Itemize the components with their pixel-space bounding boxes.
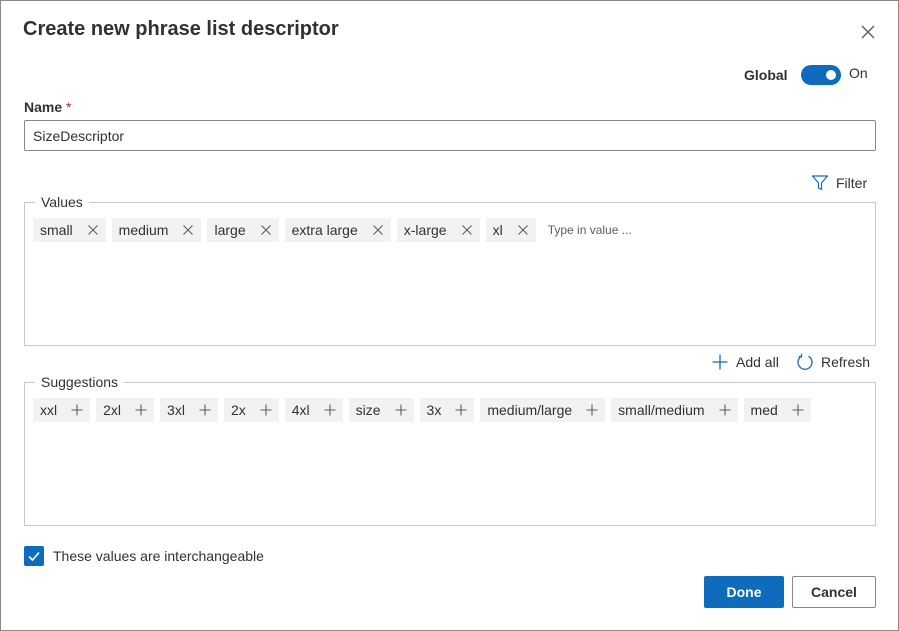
suggestions-legend: Suggestions [35,374,125,390]
value-input[interactable] [541,218,662,242]
add-suggestion-button[interactable] [135,404,147,416]
plus-icon [199,404,211,416]
suggestions-fieldset: Suggestions xxl 2xl 3xl 2x 4xl size 3x medium/l… [24,374,876,526]
add-suggestion-button[interactable] [719,404,731,416]
plus-icon [260,404,272,416]
plus-icon [395,404,407,416]
close-icon [372,225,383,235]
value-chip[interactable]: xl [485,218,536,242]
checkmark-icon [28,551,40,562]
add-suggestion-button[interactable] [455,404,467,416]
interchangeable-label: These values are interchangeable [53,548,264,564]
value-chip-label: medium [118,222,169,238]
value-chip[interactable]: x-large [396,218,480,242]
suggestion-chip[interactable]: 2x [223,398,279,422]
required-marker: * [66,99,72,115]
suggestion-chip[interactable]: small/medium [611,398,738,422]
toggle-knob [826,70,836,80]
name-input[interactable] [24,120,876,151]
suggestion-chip[interactable]: 4xl [284,398,343,422]
add-suggestion-button[interactable] [324,404,336,416]
close-icon [87,225,98,235]
remove-value-button[interactable] [260,224,272,236]
suggestion-chip[interactable]: medium/large [480,398,606,422]
add-all-label: Add all [736,354,779,370]
suggestion-chip-label: 2x [230,402,246,418]
suggestion-chip-label: 3xl [167,402,185,418]
close-icon [517,225,528,235]
interchangeable-option: These values are interchangeable [24,546,264,566]
values-chip-list: small medium large extra large x-large xl [33,218,867,242]
refresh-icon [797,353,813,370]
suggestion-chip[interactable]: 3xl [160,398,218,422]
add-suggestion-button[interactable] [395,404,407,416]
suggestion-chip[interactable]: 2xl [96,398,155,422]
filter-icon [811,175,829,191]
add-all-button[interactable]: Add all [711,353,779,371]
plus-icon [324,404,336,416]
value-chip-label: small [40,222,73,238]
phrase-list-dialog: Create new phrase list descriptor Global… [0,0,899,631]
suggestion-chip-label: small/medium [618,402,705,418]
add-suggestion-button[interactable] [199,404,211,416]
close-icon [260,225,271,235]
suggestion-chip-label: 2xl [103,402,122,418]
add-suggestion-button[interactable] [792,404,804,416]
value-chip[interactable]: small [33,218,106,242]
name-label: Name * [24,99,71,115]
add-suggestion-button[interactable] [71,404,83,416]
suggestion-chip-label: medium/large [487,402,573,418]
suggestion-chip-label: 3x [426,402,442,418]
add-suggestion-button[interactable] [260,404,272,416]
add-icon [712,354,728,370]
done-button[interactable]: Done [704,576,784,608]
close-icon [861,25,875,39]
close-icon [183,225,194,235]
value-chip[interactable]: large [207,218,279,242]
suggestion-chip-label: size [355,402,381,418]
remove-value-button[interactable] [517,224,529,236]
filter-button[interactable]: Filter [811,173,867,193]
filter-label: Filter [836,175,868,191]
suggestion-chip-label: xxl [40,402,58,418]
value-chip-label: extra large [291,222,358,238]
remove-value-button[interactable] [182,224,194,236]
suggestions-chip-list: xxl 2xl 3xl 2x 4xl size 3x medium/large small/me… [33,398,867,422]
refresh-button[interactable]: Refresh [796,353,870,371]
value-chip-label: xl [492,222,503,238]
global-toggle[interactable] [801,65,841,85]
dialog-title: Create new phrase list descriptor [23,18,339,40]
plus-icon [719,404,731,416]
suggestion-chip[interactable]: xxl [33,398,91,422]
suggestion-chip-label: 4xl [291,402,310,418]
remove-value-button[interactable] [87,224,99,236]
suggestion-chip-label: med [750,402,778,418]
plus-icon [792,404,804,416]
remove-value-button[interactable] [372,224,384,236]
plus-icon [586,404,598,416]
global-toggle-state: On [849,65,868,81]
refresh-label: Refresh [821,354,871,370]
suggestion-chip[interactable]: med [743,398,811,422]
close-button[interactable] [857,21,879,43]
value-chip[interactable]: medium [111,218,202,242]
values-legend: Values [35,194,89,210]
plus-icon [455,404,467,416]
suggestion-chip[interactable]: size [348,398,414,422]
value-chip[interactable]: extra large [284,218,391,242]
global-label: Global [744,67,788,83]
value-chip-label: x-large [403,222,447,238]
plus-icon [71,404,83,416]
add-suggestion-button[interactable] [586,404,598,416]
plus-icon [135,404,147,416]
suggestion-chip[interactable]: 3x [419,398,475,422]
value-chip-label: large [214,222,246,238]
name-label-text: Name [24,99,63,115]
cancel-button[interactable]: Cancel [792,576,876,608]
close-icon [461,225,472,235]
remove-value-button[interactable] [461,224,473,236]
values-fieldset: Values small medium large extra large x-larg… [24,194,876,346]
interchangeable-checkbox[interactable] [24,546,44,566]
